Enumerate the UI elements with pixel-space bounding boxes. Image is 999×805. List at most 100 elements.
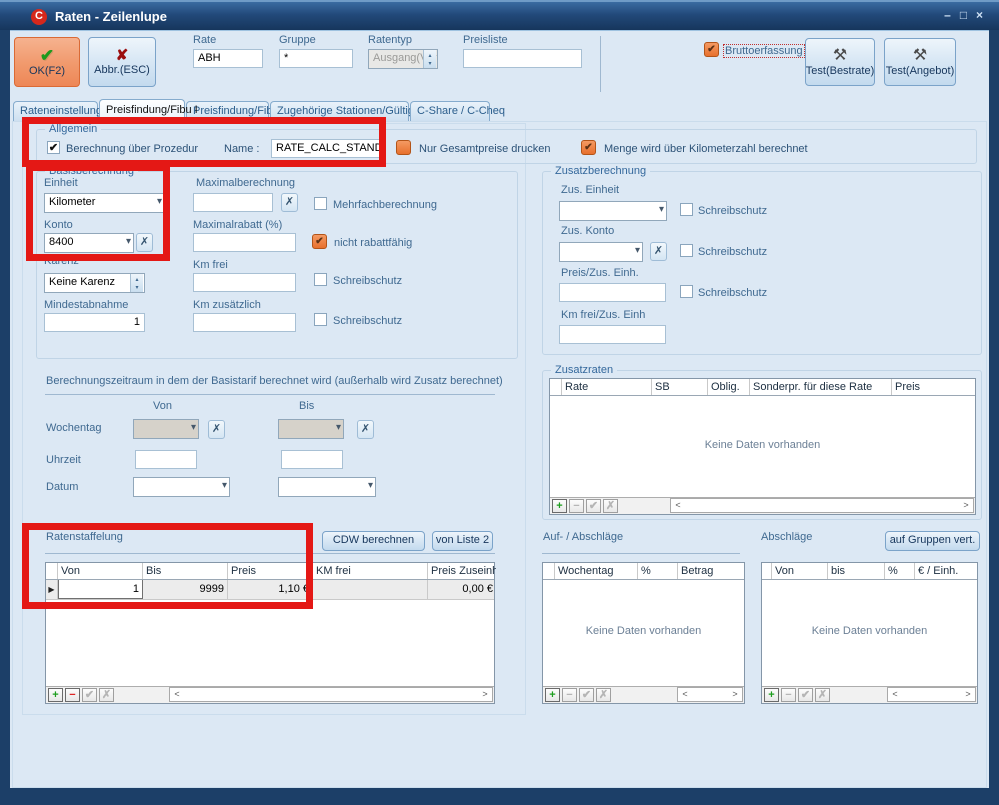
- gruppe-input[interactable]: *: [279, 49, 353, 68]
- schreibschutz-preis-zus-checkbox[interactable]: [680, 285, 693, 298]
- add-row-button[interactable]: +: [545, 688, 560, 702]
- remove-row-button[interactable]: −: [65, 688, 80, 702]
- cancel-button[interactable]: ✘ Abbr.(ESC): [88, 37, 156, 87]
- column-header[interactable]: %: [885, 563, 915, 579]
- nicht-rabattfaehig-checkbox[interactable]: ✔: [312, 234, 327, 249]
- menge-kilometerzahl-checkbox[interactable]: ✔: [581, 140, 596, 155]
- column-header[interactable]: %: [638, 563, 678, 579]
- einheit-select[interactable]: Kilometer ▾: [44, 193, 165, 213]
- column-header[interactable]: Bis: [143, 563, 228, 579]
- wochentag-von-clear-button[interactable]: ✗: [208, 420, 225, 439]
- close-button[interactable]: ×: [973, 9, 986, 22]
- column-header[interactable]: KM frei: [313, 563, 428, 579]
- scroll-right-icon[interactable]: >: [959, 499, 973, 512]
- schreibschutz-zus-einheit-checkbox[interactable]: [680, 203, 693, 216]
- von-liste-2-button[interactable]: von Liste 2: [432, 531, 493, 551]
- km-frei-zus-einh-input[interactable]: [559, 325, 666, 344]
- zus-konto-clear-button[interactable]: ✗: [650, 242, 667, 261]
- maximalrabatt-input[interactable]: [193, 233, 296, 252]
- uhrzeit-von-input[interactable]: [135, 450, 197, 469]
- tab-preisfindung-fibu-1[interactable]: Preisfindung/Fibu I: [99, 99, 185, 122]
- berechnung-prozedur-checkbox[interactable]: ✔: [47, 141, 60, 154]
- bruttoerfassung-checkbox[interactable]: ✔: [704, 42, 719, 57]
- cell-preis-zuseinh[interactable]: 0,00 €: [428, 580, 496, 599]
- tab-rateneinstellungen[interactable]: Rateneinstellungen: [13, 101, 98, 122]
- datum-von-select[interactable]: ▾: [133, 477, 230, 497]
- add-row-button[interactable]: +: [552, 499, 567, 513]
- tab-preisfindung-fibu-2[interactable]: Preisfindung/Fibu II: [186, 101, 269, 122]
- karenz-spinner[interactable]: Keine Karenz ▴▾: [44, 273, 145, 293]
- add-row-button[interactable]: +: [48, 688, 63, 702]
- scroll-right-icon[interactable]: >: [961, 688, 975, 701]
- scroll-right-icon[interactable]: >: [478, 688, 492, 701]
- km-frei-input[interactable]: [193, 273, 296, 292]
- cancel-edit-button[interactable]: ✗: [603, 499, 618, 513]
- ratentyp-spinner[interactable]: Ausgang(Ver ▴▾: [368, 49, 438, 69]
- accept-button[interactable]: ✔: [798, 688, 813, 702]
- add-row-button[interactable]: +: [764, 688, 779, 702]
- horizontal-scrollbar[interactable]: < >: [670, 498, 974, 513]
- rate-input[interactable]: ABH: [193, 49, 263, 68]
- scroll-left-icon[interactable]: <: [671, 499, 685, 512]
- accept-button[interactable]: ✔: [82, 688, 97, 702]
- tab-c-share[interactable]: C-Share / C-Cheq: [410, 101, 490, 122]
- test-bestrate-button[interactable]: ⚒ Test(Bestrate): [805, 38, 875, 86]
- cell-preis[interactable]: 1,10 €: [228, 580, 313, 599]
- maximalberechnung-clear-button[interactable]: ✗: [281, 193, 298, 212]
- prozedur-name-input[interactable]: RATE_CALC_STANDAR: [271, 139, 385, 158]
- column-header[interactable]: Von: [772, 563, 828, 579]
- column-header[interactable]: bis: [828, 563, 885, 579]
- accept-button[interactable]: ✔: [579, 688, 594, 702]
- cancel-edit-button[interactable]: ✗: [815, 688, 830, 702]
- scroll-left-icon[interactable]: <: [888, 688, 902, 701]
- table-row[interactable]: ▶ 1 9999 1,10 € 0,00 €: [46, 580, 494, 600]
- horizontal-scrollbar[interactable]: < >: [677, 687, 743, 702]
- km-zusaetzlich-input[interactable]: [193, 313, 296, 332]
- column-header[interactable]: Oblig.: [708, 379, 750, 395]
- schreibschutz-km-zus-checkbox[interactable]: [314, 313, 327, 326]
- wochentag-bis-select[interactable]: ▾: [278, 419, 344, 439]
- cell-km-frei[interactable]: [313, 580, 428, 599]
- preisliste-input[interactable]: [463, 49, 582, 68]
- uhrzeit-bis-input[interactable]: [281, 450, 343, 469]
- remove-row-button[interactable]: −: [562, 688, 577, 702]
- ok-button[interactable]: ✔ OK(F2): [14, 37, 80, 87]
- cell-bis[interactable]: 9999: [143, 580, 228, 599]
- wochentag-von-select[interactable]: ▾: [133, 419, 199, 439]
- datum-bis-select[interactable]: ▾: [278, 477, 376, 497]
- cell-von[interactable]: 1: [58, 580, 143, 599]
- maximize-button[interactable]: □: [957, 9, 970, 22]
- remove-row-button[interactable]: −: [569, 499, 584, 513]
- column-header[interactable]: Preis: [228, 563, 313, 579]
- test-angebot-button[interactable]: ⚒ Test(Angebot): [884, 38, 956, 86]
- zus-konto-select[interactable]: ▾: [559, 242, 643, 262]
- remove-row-button[interactable]: −: [781, 688, 796, 702]
- scroll-left-icon[interactable]: <: [678, 688, 692, 701]
- column-header[interactable]: Wochentag: [555, 563, 638, 579]
- maximalberechnung-input[interactable]: [193, 193, 273, 212]
- column-header[interactable]: SB: [652, 379, 708, 395]
- column-header[interactable]: Betrag: [678, 563, 744, 579]
- auf-gruppen-verteilen-button[interactable]: auf Gruppen vert.: [885, 531, 980, 551]
- mehrfachberechnung-checkbox[interactable]: [314, 197, 327, 210]
- column-header[interactable]: Preis Zuseinh: [428, 563, 496, 579]
- nur-gesamtpreise-checkbox[interactable]: [396, 140, 411, 155]
- tab-zugehoerige-stationen[interactable]: Zugehörige Stationen/Gültigkeit: [270, 101, 409, 122]
- wochentag-bis-clear-button[interactable]: ✗: [357, 420, 374, 439]
- column-header[interactable]: Preis: [892, 379, 977, 395]
- konto-clear-button[interactable]: ✗: [136, 233, 153, 252]
- cdw-berechnen-button[interactable]: CDW berechnen: [322, 531, 425, 551]
- column-header[interactable]: Rate: [562, 379, 652, 395]
- horizontal-scrollbar[interactable]: < >: [169, 687, 493, 702]
- zus-einheit-select[interactable]: ▾: [559, 201, 667, 221]
- karenz-spin-arrows-icon[interactable]: ▴▾: [130, 274, 143, 292]
- column-header[interactable]: Von: [58, 563, 143, 579]
- column-header[interactable]: € / Einh.: [915, 563, 977, 579]
- cancel-edit-button[interactable]: ✗: [596, 688, 611, 702]
- konto-select[interactable]: 8400 ▾: [44, 233, 134, 253]
- scroll-right-icon[interactable]: >: [728, 688, 742, 701]
- horizontal-scrollbar[interactable]: < >: [887, 687, 976, 702]
- schreibschutz-km-frei-checkbox[interactable]: [314, 273, 327, 286]
- schreibschutz-zus-konto-checkbox[interactable]: [680, 244, 693, 257]
- minimize-button[interactable]: –: [941, 9, 954, 22]
